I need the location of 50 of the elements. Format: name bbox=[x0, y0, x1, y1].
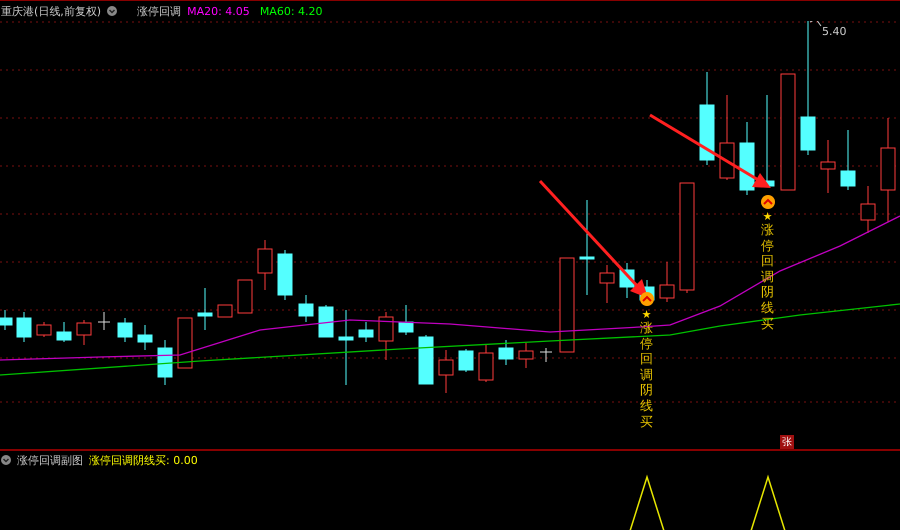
falling-candle bbox=[318, 304, 334, 338]
falling-candle bbox=[458, 348, 474, 372]
ma-reading: MA60: 4.20 bbox=[260, 4, 323, 18]
pointer-icon bbox=[810, 21, 822, 26]
stock-title: 重庆港(日线,前复权) bbox=[1, 4, 102, 18]
rising-candle bbox=[258, 240, 272, 290]
up-chevron-icon bbox=[761, 195, 775, 209]
falling-candle bbox=[118, 318, 132, 342]
rising-candle bbox=[600, 264, 614, 304]
signal-peak-line bbox=[629, 474, 665, 530]
rising-candle bbox=[36, 322, 52, 338]
star-icon: ★ bbox=[761, 210, 774, 223]
falling-candle bbox=[418, 334, 434, 384]
rising-candle bbox=[378, 312, 394, 360]
high-price-label: 5.40 bbox=[822, 25, 846, 38]
sub-chart-title: 涨停回调副图 bbox=[17, 452, 83, 468]
falling-candle bbox=[398, 304, 414, 336]
rising-candle bbox=[218, 304, 232, 318]
falling-candle bbox=[358, 322, 374, 342]
rising-candle bbox=[518, 342, 534, 368]
falling-candle bbox=[620, 262, 634, 298]
signal-badge: 张 bbox=[780, 435, 794, 449]
rising-candle bbox=[660, 262, 674, 302]
falling-candle bbox=[840, 130, 856, 190]
falling-candle bbox=[298, 294, 314, 322]
falling-candle bbox=[158, 340, 172, 386]
falling-candle bbox=[56, 322, 72, 342]
rising-candle bbox=[860, 186, 876, 234]
signal-peak-line bbox=[750, 474, 786, 530]
falling-candle bbox=[498, 340, 514, 366]
falling-candle bbox=[16, 312, 32, 342]
rising-candle bbox=[478, 344, 494, 382]
dropdown-icon[interactable] bbox=[107, 6, 118, 16]
falling-candle bbox=[138, 324, 152, 350]
falling-candle bbox=[278, 250, 292, 300]
rising-candle bbox=[238, 280, 252, 314]
dropdown-icon[interactable] bbox=[1, 455, 11, 465]
rising-candle bbox=[178, 318, 192, 368]
indicator-name: 涨停回调 bbox=[137, 4, 182, 18]
falling-candle bbox=[198, 288, 212, 330]
rising-candle bbox=[438, 350, 454, 394]
rising-candle bbox=[820, 140, 836, 194]
doji-candle bbox=[98, 312, 110, 330]
up-chevron-icon bbox=[640, 292, 654, 306]
ma-reading: MA20: 4.05 bbox=[187, 4, 250, 18]
rising-candle bbox=[76, 320, 92, 346]
sub-chart-reading: 涨停回调阴线买: 0.00 bbox=[89, 452, 198, 468]
doji-candle bbox=[540, 348, 552, 362]
star-icon: ★ bbox=[640, 308, 653, 321]
falling-candle bbox=[0, 310, 12, 330]
